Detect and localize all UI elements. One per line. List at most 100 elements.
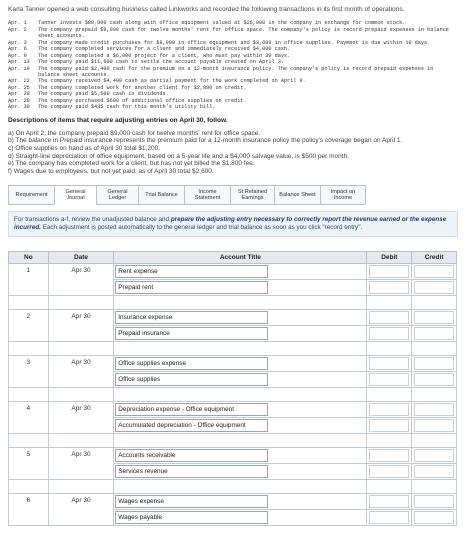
spacer-cell (113, 295, 368, 309)
account-title-select[interactable]: Wages payable (115, 510, 269, 524)
spacer-cell (411, 341, 457, 355)
debit-input[interactable] (369, 464, 410, 478)
spacer-cell (47, 387, 115, 401)
credit-input[interactable] (414, 264, 454, 278)
descriptions-title: Descriptions of items that require adjus… (8, 116, 228, 124)
debit-cell (366, 400, 413, 418)
spacer-cell (411, 479, 457, 493)
debit-cell (366, 462, 413, 480)
account-title-select[interactable]: Accounts receivable (115, 448, 269, 462)
tab-st-retained-earnings[interactable]: St Retained Earnings (230, 185, 274, 206)
spacer-cell (8, 341, 49, 355)
debit-input[interactable] (369, 310, 410, 324)
spacer-cell (411, 387, 457, 401)
tab-impact-on-income[interactable]: Impact on Income (320, 185, 366, 206)
spacer-cell (8, 433, 49, 447)
credit-input[interactable] (414, 310, 454, 324)
account-title-select[interactable]: Rent expense (115, 264, 269, 278)
adjustment-item: e) The company has completed work for a … (8, 160, 255, 168)
credit-cell (411, 492, 457, 510)
journal-row: 5 Apr 30 Accounts receivable (8, 446, 457, 480)
credit-input[interactable] (414, 372, 454, 386)
account-title-select[interactable]: Office supplies (115, 372, 269, 386)
debit-input[interactable] (369, 448, 410, 462)
debit-input[interactable] (369, 510, 410, 524)
instructions-notice: For transactions a-f, review the unadjus… (8, 211, 458, 237)
credit-cell (411, 324, 457, 342)
account-cell: Accounts receivable (113, 446, 368, 464)
account-cell: Accumulated depreciation - Office equipm… (113, 416, 368, 434)
tab-trial-balance[interactable]: Trial Balance (138, 185, 184, 206)
entry-date: Apr 30 (47, 262, 115, 296)
credit-input[interactable] (414, 494, 454, 508)
spacer-cell (411, 295, 457, 309)
account-title-select[interactable]: Services revenue (115, 464, 269, 478)
tab-general-journal[interactable]: General Journal (54, 185, 96, 206)
debit-cell (366, 278, 413, 296)
header-debit: Debit (366, 250, 413, 264)
credit-input[interactable] (414, 464, 454, 478)
credit-input[interactable] (414, 280, 454, 294)
tab-requirement[interactable]: Requirement (8, 185, 54, 206)
transaction-row: Apr. 30 The company paid $435 cash for th… (8, 104, 458, 110)
transaction-date: Apr. 2 (8, 26, 27, 33)
tab-general-ledger[interactable]: General Ledger (96, 185, 138, 206)
journal-row: 1 Apr 30 Rent expense (8, 262, 457, 296)
credit-input[interactable] (414, 326, 454, 340)
credit-input[interactable] (414, 448, 454, 462)
notice-prefix: For transactions a-f, review the unadjus… (14, 216, 171, 224)
account-title-select[interactable]: Accumulated depreciation - Office equipm… (115, 418, 269, 432)
tab-income-statement[interactable]: Income Statement (184, 185, 230, 206)
journal-row: 3 Apr 30 Office supplies expense (8, 354, 457, 388)
account-cell: Wages expense (113, 492, 368, 510)
debit-cell (366, 262, 413, 280)
account-cell: Office supplies (113, 370, 368, 388)
debit-input[interactable] (369, 264, 410, 278)
account-title-select[interactable]: Insurance expense (115, 310, 269, 324)
debit-input[interactable] (369, 372, 410, 386)
transaction-text: The company paid $435 cash for this mont… (38, 104, 216, 111)
credit-cell (411, 416, 457, 434)
credit-input[interactable] (414, 510, 454, 524)
credit-cell (411, 278, 457, 296)
spacer-row (8, 433, 457, 447)
entry-number: 4 (8, 400, 49, 434)
debit-input[interactable] (369, 402, 410, 416)
adjustment-item: a) On April 2, the company prepaid $9,00… (8, 129, 261, 137)
adjustment-item: c) Office supplies on hand as of April 3… (8, 144, 161, 152)
credit-cell (411, 370, 457, 388)
account-title-select[interactable]: Depreciation expense - Office equipment (115, 402, 269, 416)
account-title-select[interactable]: Prepaid rent (115, 280, 269, 294)
header-account: Account Title (113, 250, 368, 264)
credit-input[interactable] (414, 418, 454, 432)
debit-cell (366, 308, 413, 326)
spacer-cell (47, 341, 115, 355)
debit-cell (366, 446, 413, 464)
adjustment-item: f) Wages due to employees, but not yet p… (8, 167, 214, 175)
credit-input[interactable] (414, 402, 454, 416)
credit-cell (411, 354, 457, 372)
debit-cell (366, 508, 413, 526)
spacer-cell (113, 479, 368, 493)
debit-input[interactable] (369, 494, 410, 508)
account-title-select[interactable]: Wages expense (115, 494, 269, 508)
account-title-select[interactable]: Prepaid insurance (115, 326, 269, 340)
debit-input[interactable] (369, 418, 410, 432)
debit-input[interactable] (369, 280, 410, 294)
account-title-select[interactable]: Office supplies expense (115, 356, 269, 370)
transaction-list: Apr. 1 Tanner invests $80,000 cash along … (8, 20, 458, 110)
tab-balance-sheet[interactable]: Balance Sheet (274, 185, 320, 206)
entry-number: 5 (8, 446, 49, 480)
debit-input[interactable] (369, 356, 410, 370)
debit-input[interactable] (369, 326, 410, 340)
credit-input[interactable] (414, 356, 454, 370)
spacer-row (8, 479, 457, 493)
journal-row: 6 Apr 30 Wages expense (8, 492, 457, 526)
credit-cell (411, 400, 457, 418)
account-cell: Office supplies expense (113, 354, 368, 372)
entry-number: 2 (8, 308, 49, 342)
entry-number: 3 (8, 354, 49, 388)
journal-table: No Date Account Title Debit Credit 1 Apr … (8, 250, 457, 526)
transaction-date: Apr. 19 (8, 65, 30, 72)
spacer-cell (8, 479, 49, 493)
